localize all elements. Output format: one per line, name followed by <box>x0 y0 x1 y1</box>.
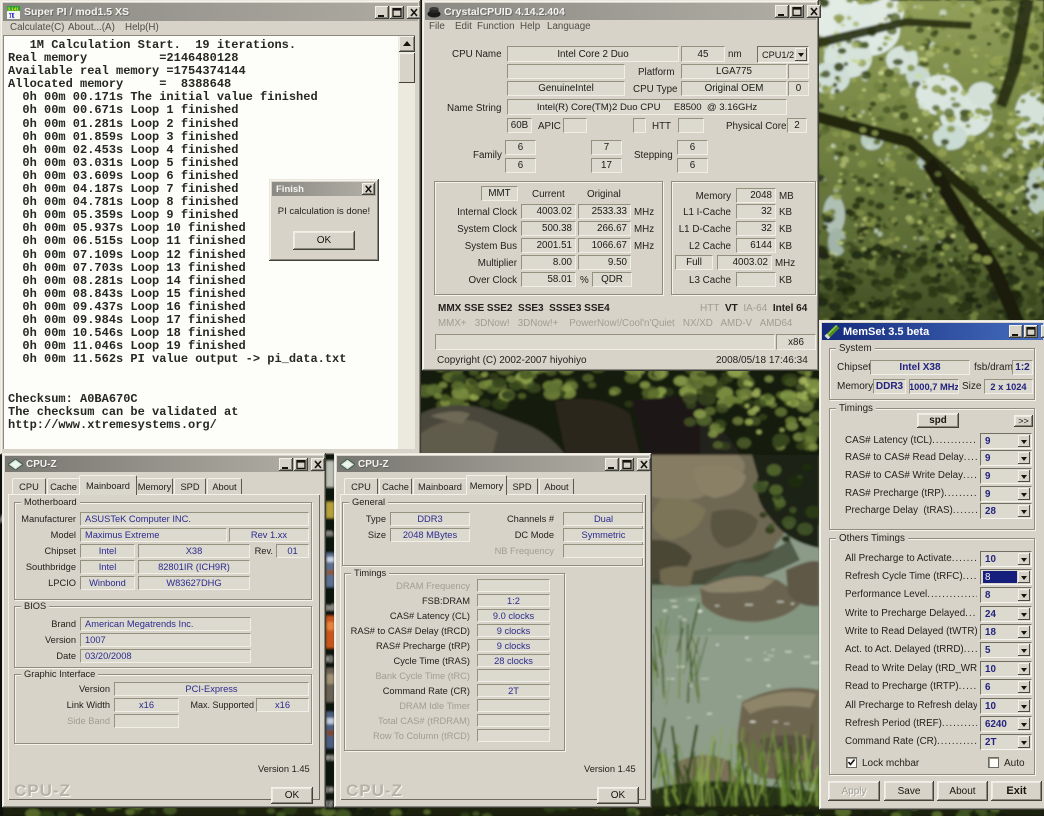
svg-text:cz: cz <box>325 799 333 808</box>
svg-text:m: m <box>326 529 333 538</box>
svg-text:ce: ce <box>325 785 334 794</box>
svg-text:π: π <box>9 10 15 19</box>
svg-text:XI: XI <box>325 655 333 664</box>
svg-text:od: od <box>325 603 334 612</box>
